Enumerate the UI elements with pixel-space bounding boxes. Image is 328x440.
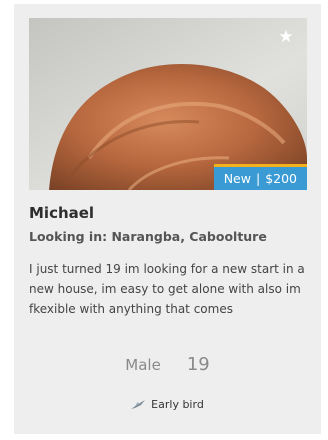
age-value: 19 [186, 354, 210, 375]
listing-stats: Male 19 [14, 354, 321, 375]
listing-location: Looking in: Narangba, Caboolture [29, 229, 267, 244]
star-icon[interactable]: ★ [275, 26, 297, 48]
badge-label: Early bird [151, 398, 204, 411]
listing-name[interactable]: Michael [29, 204, 94, 222]
tag-separator: | [255, 171, 261, 186]
price-label: $200 [265, 171, 297, 186]
early-bird-badge: Early bird [14, 398, 321, 411]
gender-value: Male [125, 356, 161, 374]
bird-icon [131, 399, 146, 409]
listing-card[interactable]: ★ New | $200 Michael Looking in: Narangb… [14, 4, 321, 434]
profile-photo[interactable]: ★ New | $200 [29, 18, 307, 190]
listing-description: I just turned 19 im looking for a new st… [29, 262, 305, 316]
status-price-tag: New | $200 [213, 164, 307, 190]
status-label: New [223, 171, 251, 186]
